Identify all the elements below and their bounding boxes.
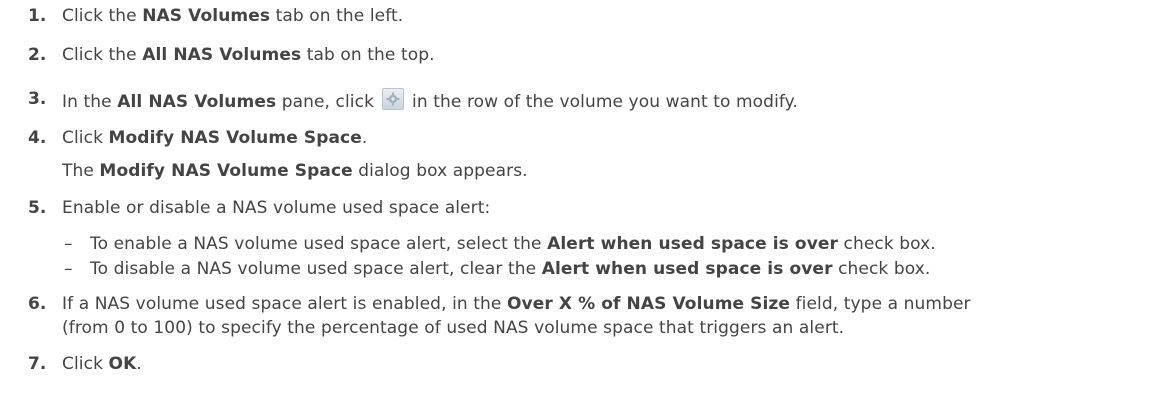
- step-text-pre: If a NAS volume used space alert is enab…: [62, 294, 507, 314]
- bullet-text-pre: To disable a NAS volume used space alert…: [90, 259, 542, 279]
- bullet-text-post: check box.: [838, 234, 936, 254]
- bullet-text-pre: To enable a NAS volume used space alert,…: [90, 234, 548, 254]
- bullet-text: To enable a NAS volume used space alert,…: [90, 233, 936, 255]
- step-text: Enable or disable a NAS volume used spac…: [62, 198, 491, 218]
- step-text-post: tab on the top.: [301, 45, 435, 65]
- step-text-bold: OK: [108, 354, 137, 374]
- step-text: Click OK.: [62, 353, 142, 375]
- step-text-post: .: [361, 128, 368, 148]
- gear-icon: [381, 88, 404, 110]
- step-text-mid: pane, click: [276, 92, 380, 112]
- step-text: If a NAS volume used space alert is enab…: [62, 293, 971, 315]
- step-text-post: field, type a number: [790, 294, 971, 314]
- step-number: 1.: [28, 6, 47, 26]
- bullet-text-bold: Alert when used space is over: [547, 234, 838, 254]
- step-text-pre: Click the: [62, 6, 143, 26]
- step-text-bold: All NAS Volumes: [142, 45, 302, 65]
- step-4-result: The Modify NAS Volume Space dialog box a…: [62, 160, 528, 182]
- step-text-pre: In the: [62, 92, 118, 112]
- bullet-dash: –: [64, 259, 73, 279]
- step-text-bold: Modify NAS Volume Space: [108, 128, 362, 148]
- step-text: Click the NAS Volumes tab on the left.: [62, 5, 403, 27]
- step-text-post: .: [136, 354, 142, 374]
- result-text-bold: Modify NAS Volume Space: [99, 161, 353, 181]
- bullet-dash: –: [64, 234, 73, 254]
- step-text-bold: NAS Volumes: [142, 6, 271, 26]
- step-number: 6.: [28, 294, 47, 314]
- result-text-pre: The: [62, 161, 100, 181]
- step-text: In the All NAS Volumes pane, click in th…: [62, 88, 798, 113]
- step-number: 2.: [28, 45, 47, 65]
- step-text: Click Modify NAS Volume Space.: [62, 127, 367, 149]
- step-number: 3.: [28, 89, 47, 109]
- step-6-continuation: (from 0 to 100) to specify the percentag…: [62, 318, 845, 338]
- bullet-text: To disable a NAS volume used space alert…: [90, 258, 930, 280]
- step-text-post: tab on the left.: [270, 6, 404, 26]
- result-text-post: dialog box appears.: [352, 161, 528, 181]
- step-text-bold: All NAS Volumes: [117, 92, 277, 112]
- step-text: Click the All NAS Volumes tab on the top…: [62, 44, 435, 66]
- step-text-post: in the row of the volume you want to mod…: [406, 92, 798, 112]
- step-text-pre: Click the: [62, 45, 143, 65]
- step-number: 4.: [28, 128, 47, 148]
- step-number: 5.: [28, 198, 47, 218]
- step-text-pre: Click: [62, 128, 109, 148]
- bullet-text-bold: Alert when used space is over: [541, 259, 833, 279]
- step-text-pre: Click: [62, 354, 109, 374]
- step-number: 7.: [28, 354, 47, 374]
- step-text-bold: Over X % of NAS Volume Size: [506, 294, 791, 314]
- bullet-text-post: check box.: [832, 259, 931, 279]
- procedure-document: 1. Click the NAS Volumes tab on the left…: [0, 0, 1175, 406]
